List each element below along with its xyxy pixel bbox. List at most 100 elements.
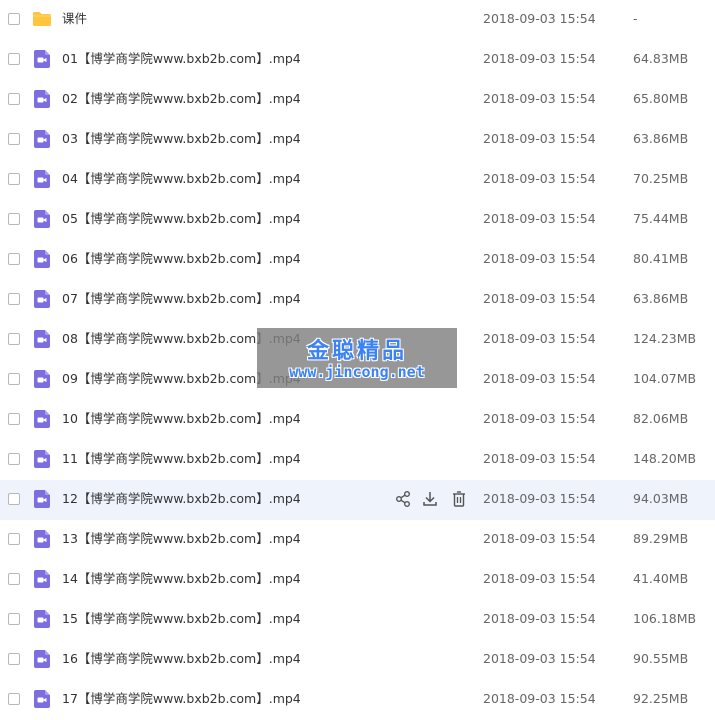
file-date: 2018-09-03 15:54 [483, 571, 596, 586]
file-name[interactable]: 03【博学商学院www.bxb2b.com】.mp4 [62, 120, 301, 158]
file-name[interactable]: 05【博学商学院www.bxb2b.com】.mp4 [62, 200, 301, 238]
file-size: 90.55MB [633, 651, 689, 666]
row-checkbox[interactable] [8, 133, 20, 145]
row-checkbox[interactable] [8, 93, 20, 105]
file-row[interactable]: 14【博学商学院www.bxb2b.com】.mp4 2018-09-03 15:… [0, 560, 715, 600]
file-name[interactable]: 06【博学商学院www.bxb2b.com】.mp4 [62, 240, 301, 278]
row-checkbox[interactable] [8, 213, 20, 225]
row-checkbox[interactable] [8, 333, 20, 345]
file-size: 64.83MB [633, 51, 689, 66]
file-size: 148.20MB [633, 451, 697, 466]
file-name[interactable]: 14【博学商学院www.bxb2b.com】.mp4 [62, 560, 301, 598]
file-size: 70.25MB [633, 171, 689, 186]
file-row[interactable]: 07【博学商学院www.bxb2b.com】.mp4 2018-09-03 15:… [0, 280, 715, 320]
file-row[interactable]: 15【博学商学院www.bxb2b.com】.mp4 2018-09-03 15:… [0, 600, 715, 640]
video-file-icon [32, 329, 52, 349]
folder-icon [32, 9, 52, 29]
file-name[interactable]: 11【博学商学院www.bxb2b.com】.mp4 [62, 440, 301, 478]
file-name[interactable]: 07【博学商学院www.bxb2b.com】.mp4 [62, 280, 301, 318]
row-checkbox[interactable] [8, 413, 20, 425]
file-row[interactable]: 01【博学商学院www.bxb2b.com】.mp4 2018-09-03 15:… [0, 40, 715, 80]
video-file-icon [32, 369, 52, 389]
file-row[interactable]: 11【博学商学院www.bxb2b.com】.mp4 2018-09-03 15:… [0, 440, 715, 480]
video-file-icon [32, 169, 52, 189]
file-row[interactable]: 02【博学商学院www.bxb2b.com】.mp4 2018-09-03 15:… [0, 80, 715, 120]
file-size: 124.23MB [633, 331, 697, 346]
video-file-icon [32, 289, 52, 309]
watermark-title: 金聪精品 [306, 339, 407, 364]
file-name[interactable]: 15【博学商学院www.bxb2b.com】.mp4 [62, 600, 301, 638]
row-checkbox[interactable] [8, 613, 20, 625]
file-size: 63.86MB [633, 131, 689, 146]
video-file-icon [32, 89, 52, 109]
file-name[interactable]: 02【博学商学院www.bxb2b.com】.mp4 [62, 80, 301, 118]
file-date: 2018-09-03 15:54 [483, 651, 596, 666]
video-file-icon [32, 569, 52, 589]
file-size: - [633, 11, 638, 26]
file-date: 2018-09-03 15:54 [483, 291, 596, 306]
file-size: 75.44MB [633, 211, 689, 226]
file-row[interactable]: 04【博学商学院www.bxb2b.com】.mp4 2018-09-03 15:… [0, 160, 715, 200]
file-name[interactable]: 01【博学商学院www.bxb2b.com】.mp4 [62, 40, 301, 78]
video-file-icon [32, 489, 52, 509]
watermark: 金聪精品 www.jincong.net [257, 328, 457, 388]
file-name[interactable]: 17【博学商学院www.bxb2b.com】.mp4 [62, 680, 301, 718]
file-size: 82.06MB [633, 411, 689, 426]
file-size: 92.25MB [633, 691, 689, 706]
video-file-icon [32, 689, 52, 709]
file-name[interactable]: 课件 [62, 0, 87, 38]
file-name[interactable]: 10【博学商学院www.bxb2b.com】.mp4 [62, 400, 301, 438]
row-checkbox[interactable] [8, 533, 20, 545]
file-name[interactable]: 16【博学商学院www.bxb2b.com】.mp4 [62, 640, 301, 678]
video-file-icon [32, 449, 52, 469]
file-date: 2018-09-03 15:54 [483, 411, 596, 426]
row-checkbox[interactable] [8, 453, 20, 465]
row-checkbox[interactable] [8, 653, 20, 665]
file-row[interactable]: 03【博学商学院www.bxb2b.com】.mp4 2018-09-03 15:… [0, 120, 715, 160]
share-icon[interactable] [395, 490, 411, 508]
file-size: 65.80MB [633, 91, 689, 106]
file-date: 2018-09-03 15:54 [483, 451, 596, 466]
file-date: 2018-09-03 15:54 [483, 91, 596, 106]
file-size: 106.18MB [633, 611, 697, 626]
video-file-icon [32, 409, 52, 429]
file-date: 2018-09-03 15:54 [483, 331, 596, 346]
video-file-icon [32, 649, 52, 669]
row-checkbox[interactable] [8, 253, 20, 265]
file-size: 104.07MB [633, 371, 697, 386]
video-file-icon [32, 609, 52, 629]
file-row[interactable]: 13【博学商学院www.bxb2b.com】.mp4 2018-09-03 15:… [0, 520, 715, 560]
file-date: 2018-09-03 15:54 [483, 251, 596, 266]
file-row[interactable]: 12【博学商学院www.bxb2b.com】.mp4 2018-09-03 15:… [0, 480, 715, 520]
download-icon[interactable] [422, 490, 438, 508]
row-checkbox[interactable] [8, 13, 20, 25]
row-checkbox[interactable] [8, 293, 20, 305]
file-name[interactable]: 13【博学商学院www.bxb2b.com】.mp4 [62, 520, 301, 558]
file-size: 41.40MB [633, 571, 689, 586]
file-name[interactable]: 12【博学商学院www.bxb2b.com】.mp4 [62, 480, 301, 518]
file-date: 2018-09-03 15:54 [483, 11, 596, 26]
file-row[interactable]: 05【博学商学院www.bxb2b.com】.mp4 2018-09-03 15:… [0, 200, 715, 240]
file-row[interactable]: 17【博学商学院www.bxb2b.com】.mp4 2018-09-03 15:… [0, 680, 715, 720]
file-row[interactable]: 10【博学商学院www.bxb2b.com】.mp4 2018-09-03 15:… [0, 400, 715, 440]
row-checkbox[interactable] [8, 693, 20, 705]
file-size: 89.29MB [633, 531, 689, 546]
file-date: 2018-09-03 15:54 [483, 171, 596, 186]
row-checkbox[interactable] [8, 173, 20, 185]
file-date: 2018-09-03 15:54 [483, 691, 596, 706]
row-checkbox[interactable] [8, 53, 20, 65]
file-row[interactable]: 06【博学商学院www.bxb2b.com】.mp4 2018-09-03 15:… [0, 240, 715, 280]
video-file-icon [32, 209, 52, 229]
video-file-icon [32, 249, 52, 269]
file-date: 2018-09-03 15:54 [483, 211, 596, 226]
file-date: 2018-09-03 15:54 [483, 611, 596, 626]
row-checkbox[interactable] [8, 373, 20, 385]
folder-row[interactable]: 课件 2018-09-03 15:54 - [0, 0, 715, 40]
file-date: 2018-09-03 15:54 [483, 491, 596, 506]
watermark-url: www.jincong.net [289, 363, 425, 381]
row-checkbox[interactable] [8, 573, 20, 585]
row-checkbox[interactable] [8, 493, 20, 505]
file-name[interactable]: 04【博学商学院www.bxb2b.com】.mp4 [62, 160, 301, 198]
file-row[interactable]: 16【博学商学院www.bxb2b.com】.mp4 2018-09-03 15:… [0, 640, 715, 680]
delete-icon[interactable] [451, 490, 467, 508]
